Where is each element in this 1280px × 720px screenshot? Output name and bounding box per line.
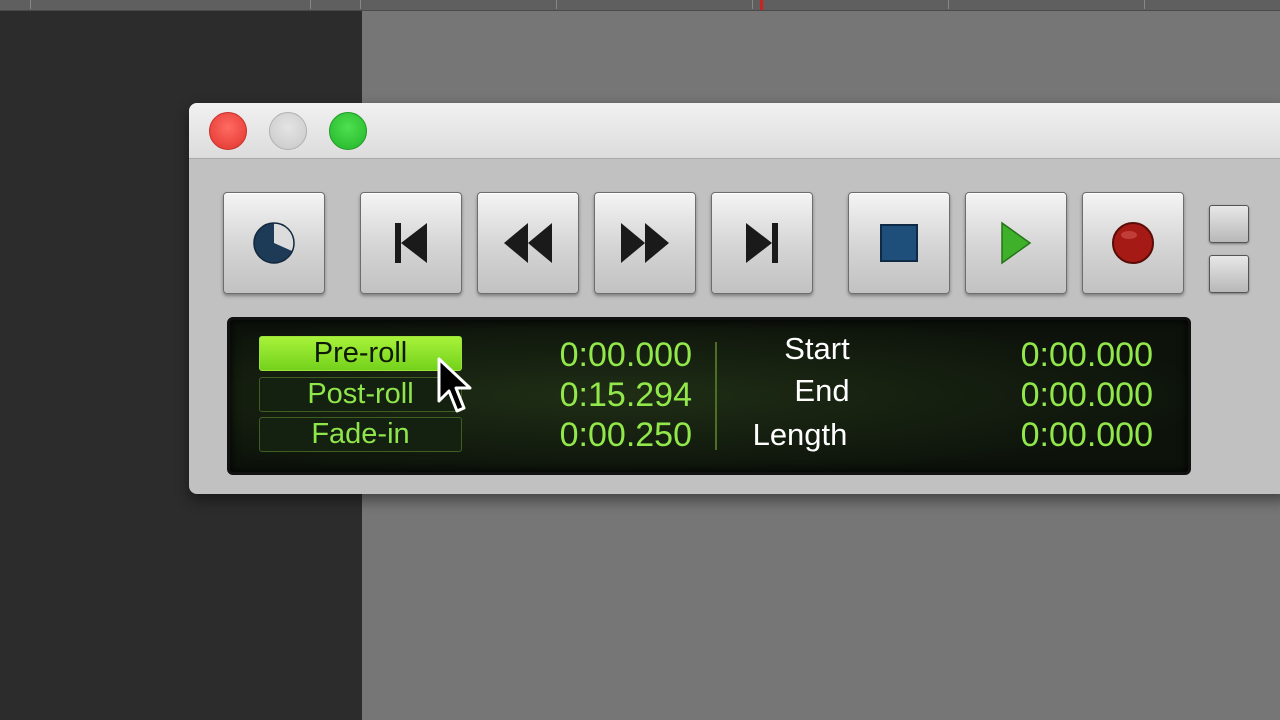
title-bar[interactable] xyxy=(189,103,1280,159)
length-label: Length xyxy=(752,417,848,452)
stop-button[interactable] xyxy=(848,192,950,294)
post-roll-value[interactable]: 0:15.294 xyxy=(492,376,692,414)
zoom-button[interactable] xyxy=(329,112,367,150)
minimize-button[interactable] xyxy=(269,112,307,150)
length-value[interactable]: 0:00.000 xyxy=(953,416,1153,454)
skip-to-end-icon xyxy=(746,223,778,263)
play-icon xyxy=(1001,221,1032,265)
expand-toggle-top[interactable] xyxy=(1209,205,1249,243)
record-icon xyxy=(1112,222,1154,264)
counter-display: Pre-roll Post-roll Fade-in 0:00.000 0:15… xyxy=(227,317,1191,475)
return-to-zero-button[interactable] xyxy=(360,192,462,294)
go-to-end-button[interactable] xyxy=(711,192,813,294)
transport-window: Pre-roll Post-roll Fade-in 0:00.000 0:15… xyxy=(189,103,1280,494)
playhead-marker xyxy=(760,0,763,10)
timeline-ruler xyxy=(0,0,1280,11)
clock-icon xyxy=(253,222,295,264)
online-button[interactable] xyxy=(223,192,325,294)
pre-roll-value[interactable]: 0:00.000 xyxy=(492,336,692,374)
close-button[interactable] xyxy=(209,112,247,150)
record-button[interactable] xyxy=(1082,192,1184,294)
end-label: End xyxy=(794,373,850,408)
start-value[interactable]: 0:00.000 xyxy=(953,336,1153,374)
fast-forward-button[interactable] xyxy=(594,192,696,294)
start-label: Start xyxy=(784,331,850,366)
pre-roll-button[interactable]: Pre-roll xyxy=(259,336,462,371)
end-value[interactable]: 0:00.000 xyxy=(953,376,1153,414)
post-roll-button[interactable]: Post-roll xyxy=(259,377,462,412)
fade-in-button[interactable]: Fade-in xyxy=(259,417,462,452)
expand-toggle-bottom[interactable] xyxy=(1209,255,1249,293)
skip-to-start-icon xyxy=(395,223,427,263)
fast-forward-icon xyxy=(621,223,669,263)
fade-in-value[interactable]: 0:00.250 xyxy=(492,416,692,454)
play-button[interactable] xyxy=(965,192,1067,294)
stop-icon xyxy=(880,224,918,262)
mouse-pointer-icon xyxy=(437,357,472,413)
rewind-icon xyxy=(504,223,552,263)
rewind-button[interactable] xyxy=(477,192,579,294)
